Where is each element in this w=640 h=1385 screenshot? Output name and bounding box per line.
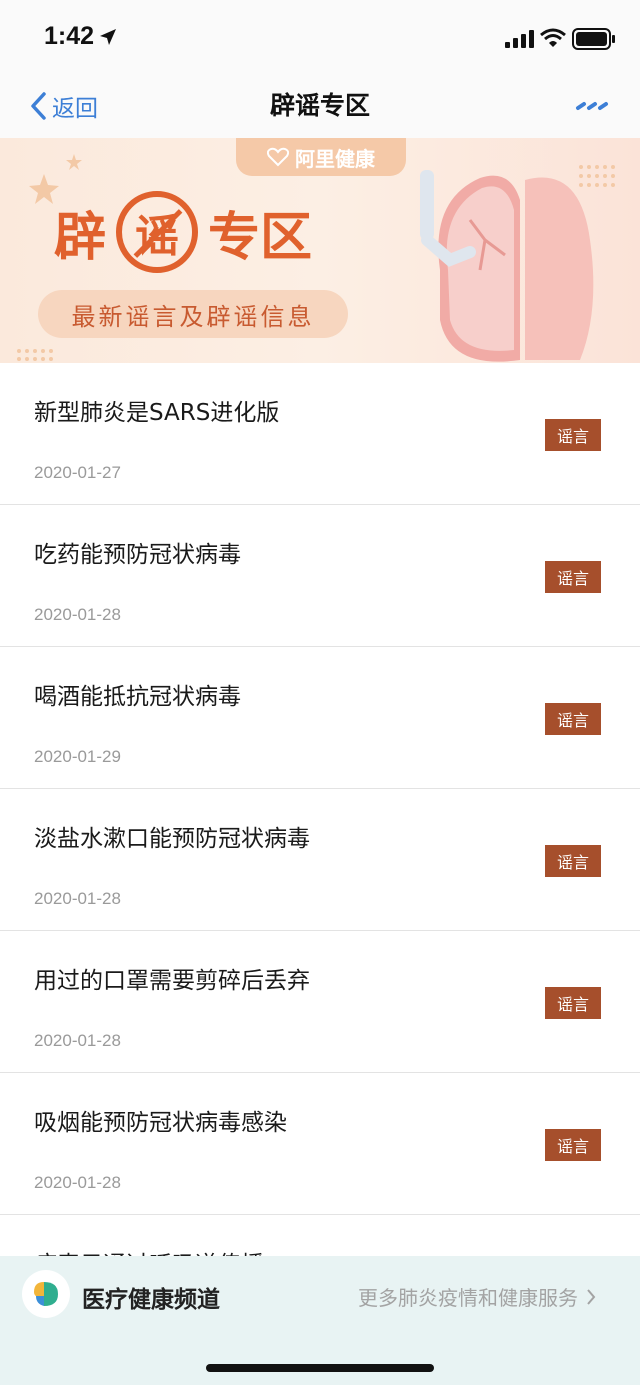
health-channel-logo-icon: [22, 1270, 70, 1318]
location-arrow-icon: [100, 29, 116, 45]
brand-heart-icon: [267, 147, 289, 167]
wifi-icon: [540, 28, 566, 47]
chevron-right-icon: [587, 1288, 596, 1305]
list-item[interactable]: 淡盐水漱口能预防冠状病毒 2020-01-28 谣言: [0, 789, 640, 931]
list-item[interactable]: 吃药能预防冠状病毒 2020-01-28 谣言: [0, 505, 640, 647]
status-bar: 1:42: [0, 0, 640, 76]
more-services-link[interactable]: 更多肺炎疫情和健康服务: [358, 1282, 596, 1311]
navigation-bar: 返回 辟谣专区: [0, 76, 640, 138]
list-item-title: 新型肺炎是SARS进化版: [34, 400, 280, 426]
banner-subtitle: 最新谣言及辟谣信息: [38, 290, 348, 338]
dots-decoration-icon: [579, 165, 615, 187]
brand-tab: 阿里健康: [236, 138, 406, 176]
banner-title: 辟 谣 专区: [54, 191, 313, 273]
list-item-title: 吃药能预防冠状病毒: [34, 542, 241, 568]
list-item-date: 2020-01-28: [34, 605, 121, 624]
list-item-title: 用过的口罩需要剪碎后丢弃: [34, 968, 310, 994]
list-item[interactable]: 喝酒能抵抗冠状病毒 2020-01-29 谣言: [0, 647, 640, 789]
lung-illustration-icon: [420, 170, 594, 362]
list-item[interactable]: 用过的口罩需要剪碎后丢弃 2020-01-28 谣言: [0, 931, 640, 1073]
brand-label: 阿里健康: [295, 146, 375, 171]
rumor-badge: 谣言: [545, 1129, 601, 1161]
home-indicator[interactable]: [206, 1364, 434, 1372]
rumor-list: 新型肺炎是SARS进化版 2020-01-27 谣言 吃药能预防冠状病毒 202…: [0, 363, 640, 1357]
more-dots-icon[interactable]: [574, 96, 610, 116]
list-item-date: 2020-01-27: [34, 463, 121, 482]
dots-decoration-icon: [17, 349, 53, 361]
list-item-date: 2020-01-28: [34, 889, 121, 908]
list-item[interactable]: 新型肺炎是SARS进化版 2020-01-27 谣言: [0, 363, 640, 505]
rumor-badge: 谣言: [545, 987, 601, 1019]
health-channel-title: 医疗健康频道: [82, 1287, 220, 1313]
list-item-date: 2020-01-29: [34, 747, 121, 766]
rumor-badge: 谣言: [545, 703, 601, 735]
rumor-badge: 谣言: [545, 419, 601, 451]
list-item-title: 淡盐水漱口能预防冠状病毒: [34, 826, 310, 852]
more-services-label: 更多肺炎疫情和健康服务: [358, 1286, 578, 1310]
banner-title-char-1: 辟: [54, 207, 107, 268]
list-item-title: 喝酒能抵抗冠状病毒: [34, 684, 241, 710]
list-item-title: 吸烟能预防冠状病毒感染: [34, 1110, 287, 1136]
banner-title-char-3: 专区: [208, 207, 313, 268]
rumor-badge: 谣言: [545, 845, 601, 877]
battery-icon: [572, 28, 615, 50]
rumor-banner[interactable]: 阿里健康 辟 谣 专区 最新谣言及辟谣信息: [0, 138, 640, 363]
list-item-date: 2020-01-28: [34, 1031, 121, 1050]
rumor-badge: 谣言: [545, 561, 601, 593]
status-time: 1:42: [44, 22, 95, 50]
list-item-date: 2020-01-28: [34, 1173, 121, 1192]
banner-title-circle: 谣: [116, 191, 199, 273]
signal-icon: [505, 30, 534, 48]
list-item[interactable]: 吸烟能预防冠状病毒感染 2020-01-28 谣言: [0, 1073, 640, 1215]
page-title: 辟谣专区: [269, 91, 370, 120]
